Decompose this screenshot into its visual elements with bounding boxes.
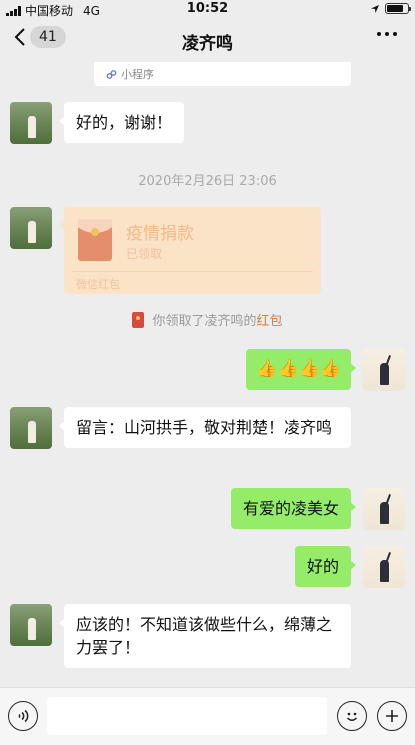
system-message-text: 你领取了凌齐鸣的 xyxy=(152,314,257,329)
divider xyxy=(72,271,313,272)
contact-avatar[interactable] xyxy=(10,604,52,646)
nav-bar: 41 凌齐鸣 xyxy=(0,18,415,62)
status-bar: 中国移动 4G 10:52 xyxy=(0,0,415,18)
message-text: 有爱的凌美女 xyxy=(242,499,339,518)
more-dots-icon xyxy=(377,32,381,36)
message-input[interactable] xyxy=(47,697,327,735)
red-envelope-icon xyxy=(78,219,112,261)
clock: 10:52 xyxy=(186,1,229,16)
chat-area[interactable]: 小程序 好的，谢谢！ 2020年2月26日 23:06 疫情捐款 已领取 微信红… xyxy=(0,62,415,687)
voice-icon xyxy=(18,709,29,723)
message-bubble[interactable]: 好的，谢谢！ xyxy=(58,102,185,143)
location-arrow-icon xyxy=(371,4,379,13)
voice-button[interactable] xyxy=(8,701,38,731)
input-bar xyxy=(0,687,415,745)
red-packet-title: 疫情捐款 xyxy=(126,224,194,244)
plus-icon xyxy=(386,710,398,722)
message-bubble[interactable]: 有爱的凌美女 xyxy=(230,488,357,529)
timestamp: 2020年2月26日 23:06 xyxy=(138,174,277,189)
status-right xyxy=(370,3,411,14)
message-text: 好的 xyxy=(306,557,339,576)
red-envelope-icon xyxy=(132,311,145,328)
mini-program-tag: 小程序 xyxy=(106,66,154,82)
my-avatar[interactable] xyxy=(363,349,405,391)
red-packet-card[interactable]: 疫情捐款 已领取 微信红包 xyxy=(59,207,321,294)
message-bubble[interactable]: 好的 xyxy=(294,546,357,587)
message-text: 应该的！不知道该做些什么，绵薄之力罢了！ xyxy=(76,615,333,657)
message-bubble[interactable]: 👍👍👍👍 xyxy=(246,349,356,390)
contact-avatar[interactable] xyxy=(10,102,52,144)
more-button[interactable] xyxy=(377,32,397,36)
mini-program-card[interactable]: 小程序 xyxy=(94,62,351,86)
red-packet-footer: 微信红包 xyxy=(76,278,120,291)
link-icon xyxy=(106,69,117,79)
contact-avatar[interactable] xyxy=(10,407,52,449)
add-more-button[interactable] xyxy=(377,701,407,731)
system-message: 你领取了凌齐鸣的红包 xyxy=(0,310,415,329)
contact-avatar[interactable] xyxy=(10,207,52,249)
battery-icon xyxy=(385,3,411,14)
message-text: 好的，谢谢！ xyxy=(76,113,173,132)
red-packet-status: 已领取 xyxy=(126,247,163,261)
message-bubble[interactable]: 留言：山河拱手，敬对荆楚！凌齐鸣 xyxy=(59,407,351,448)
message-bubble[interactable]: 应该的！不知道该做些什么，绵薄之力罢了！ xyxy=(59,604,351,668)
mini-program-label: 小程序 xyxy=(121,68,154,81)
emoji-button[interactable] xyxy=(337,701,367,731)
message-text: 👍👍👍👍 xyxy=(256,359,341,379)
my-avatar[interactable] xyxy=(363,488,405,530)
red-packet-link[interactable]: 红包 xyxy=(257,314,283,329)
emoji-icon xyxy=(346,712,358,721)
chat-title: 凌齐鸣 xyxy=(182,34,233,54)
my-avatar[interactable] xyxy=(363,546,405,588)
message-text: 留言：山河拱手，敬对荆楚！凌齐鸣 xyxy=(76,418,333,437)
